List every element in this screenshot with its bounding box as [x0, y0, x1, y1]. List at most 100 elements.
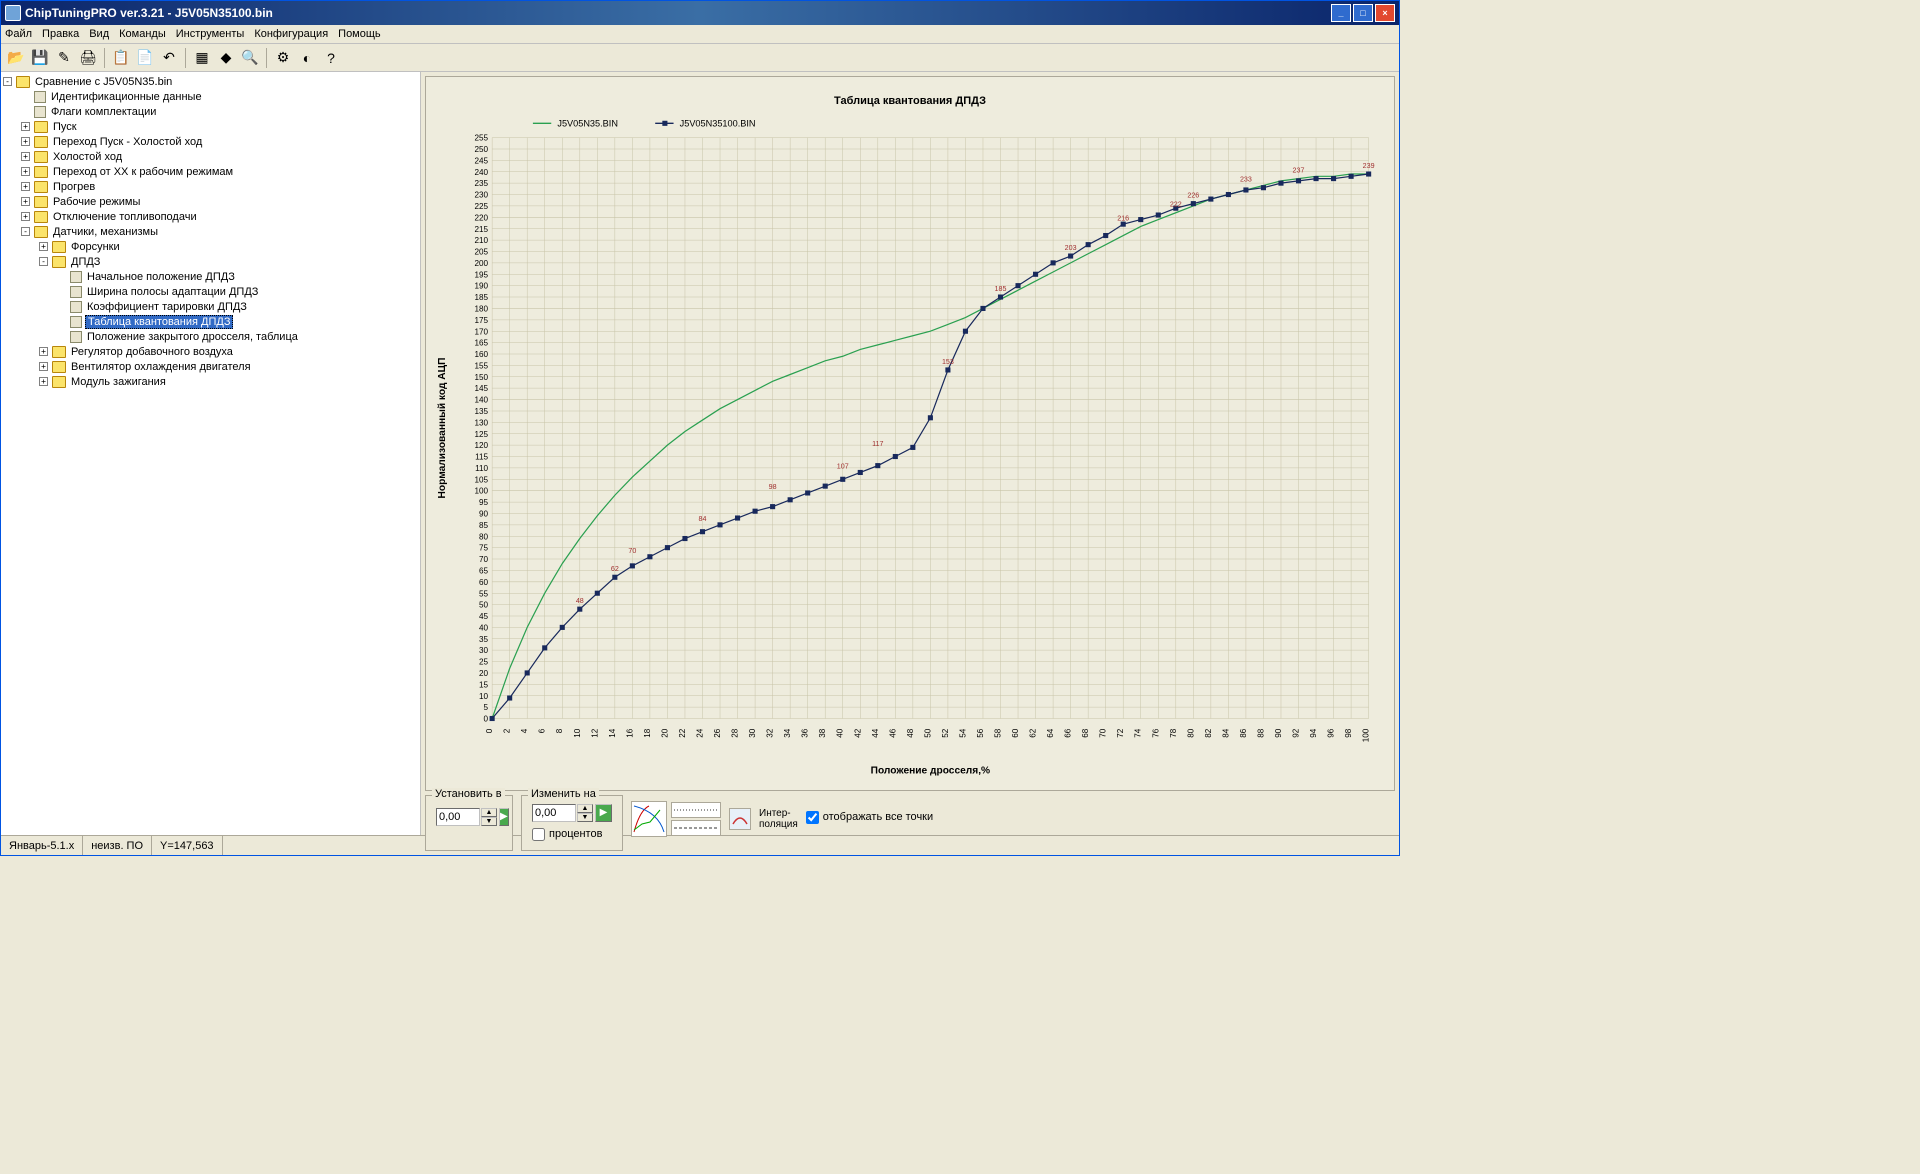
- tree-node[interactable]: Таблица квантования ДПДЗ: [3, 314, 418, 329]
- tool1-icon[interactable]: ⚙: [272, 47, 294, 69]
- set-input[interactable]: [436, 808, 480, 826]
- expand-icon[interactable]: +: [21, 122, 30, 131]
- tree-node[interactable]: Идентификационные данные: [3, 89, 418, 104]
- tree-node[interactable]: + Отключение топливоподачи: [3, 209, 418, 224]
- set-up[interactable]: ▲: [481, 808, 497, 817]
- collapse-icon[interactable]: -: [39, 257, 48, 266]
- help-icon[interactable]: ?: [320, 47, 342, 69]
- expand-icon[interactable]: +: [39, 242, 48, 251]
- tree-label[interactable]: Флаги комплектации: [49, 106, 158, 118]
- copy-icon[interactable]: 📋: [110, 47, 132, 69]
- tool-box-1[interactable]: [631, 801, 667, 837]
- tree-label[interactable]: Начальное положение ДПДЗ: [85, 271, 237, 283]
- tree-label[interactable]: Коэффициент тарировки ДПДЗ: [85, 301, 249, 313]
- change-down[interactable]: ▼: [577, 813, 593, 822]
- tool-box-2[interactable]: [671, 802, 721, 818]
- tree-label[interactable]: Холостой ход: [51, 151, 124, 163]
- tree-node[interactable]: + Регулятор добавочного воздуха: [3, 344, 418, 359]
- tree-node[interactable]: Коэффициент тарировки ДПДЗ: [3, 299, 418, 314]
- tree-label[interactable]: Переход от ХХ к рабочим режимам: [51, 166, 235, 178]
- set-apply-button[interactable]: ▶: [499, 808, 509, 826]
- tool2-icon[interactable]: ◐: [296, 47, 318, 69]
- tree-node[interactable]: + Прогрев: [3, 179, 418, 194]
- maximize-button[interactable]: □: [1353, 4, 1373, 22]
- svg-text:90: 90: [1274, 728, 1283, 738]
- tree-node[interactable]: + Переход от ХХ к рабочим режимам: [3, 164, 418, 179]
- tree-label[interactable]: Прогрев: [51, 181, 97, 193]
- menu-Инструменты[interactable]: Инструменты: [176, 28, 245, 40]
- expand-icon[interactable]: +: [21, 152, 30, 161]
- tree-label[interactable]: Идентификационные данные: [49, 91, 204, 103]
- collapse-icon[interactable]: -: [21, 227, 30, 236]
- tree-node[interactable]: + Форсунки: [3, 239, 418, 254]
- svg-text:60: 60: [479, 578, 489, 587]
- expand-icon[interactable]: +: [21, 182, 30, 191]
- expand-icon[interactable]: +: [21, 137, 30, 146]
- tree-label[interactable]: Положение закрытого дросселя, таблица: [85, 331, 300, 343]
- tree-label[interactable]: Пуск: [51, 121, 79, 133]
- open-icon[interactable]: 📂: [5, 47, 27, 69]
- tree-label[interactable]: Таблица квантования ДПДЗ: [85, 315, 233, 329]
- menu-Вид[interactable]: Вид: [89, 28, 109, 40]
- tree-node[interactable]: + Рабочие режимы: [3, 194, 418, 209]
- expand-icon[interactable]: +: [39, 377, 48, 386]
- expand-icon[interactable]: +: [39, 362, 48, 371]
- tree-label[interactable]: ДПДЗ: [69, 256, 102, 268]
- tree-node[interactable]: - Сравнение с J5V05N35.bin: [3, 74, 418, 89]
- menu-Помощь[interactable]: Помощь: [338, 28, 381, 40]
- tree-label[interactable]: Регулятор добавочного воздуха: [69, 346, 235, 358]
- tree-node[interactable]: + Вентилятор охлаждения двигателя: [3, 359, 418, 374]
- tree-node[interactable]: + Пуск: [3, 119, 418, 134]
- tree-node[interactable]: - Датчики, механизмы: [3, 224, 418, 239]
- tree-label[interactable]: Рабочие режимы: [51, 196, 142, 208]
- svg-text:20: 20: [660, 728, 669, 738]
- tree-label[interactable]: Датчики, механизмы: [51, 226, 160, 238]
- tree-node[interactable]: Положение закрытого дросселя, таблица: [3, 329, 418, 344]
- tree-label[interactable]: Сравнение с J5V05N35.bin: [33, 76, 174, 88]
- tree-node[interactable]: Начальное положение ДПДЗ: [3, 269, 418, 284]
- set-down[interactable]: ▼: [481, 817, 497, 826]
- zoom-icon[interactable]: 🔍: [239, 47, 261, 69]
- print-icon[interactable]: 🖨: [77, 47, 99, 69]
- menu-Правка[interactable]: Правка: [42, 28, 79, 40]
- tree-node[interactable]: Ширина полосы адаптации ДПДЗ: [3, 284, 418, 299]
- expand-icon[interactable]: +: [21, 212, 30, 221]
- tree-label[interactable]: Вентилятор охлаждения двигателя: [69, 361, 253, 373]
- tree-node[interactable]: + Переход Пуск - Холостой ход: [3, 134, 418, 149]
- svg-text:80: 80: [1186, 728, 1195, 738]
- tool-box-3[interactable]: [671, 820, 721, 836]
- tree-label[interactable]: Отключение топливоподачи: [51, 211, 199, 223]
- tree-node[interactable]: + Холостой ход: [3, 149, 418, 164]
- undo-icon[interactable]: ↶: [158, 47, 180, 69]
- tree-label[interactable]: Переход Пуск - Холостой ход: [51, 136, 204, 148]
- expand-icon[interactable]: +: [21, 197, 30, 206]
- percent-checkbox[interactable]: [532, 828, 545, 841]
- tree-node[interactable]: + Модуль зажигания: [3, 374, 418, 389]
- expand-icon[interactable]: +: [21, 167, 30, 176]
- chart-svg[interactable]: 0510152025303540455055606570758085909510…: [426, 107, 1394, 780]
- tree-panel[interactable]: - Сравнение с J5V05N35.bin Идентификационн…: [1, 72, 421, 835]
- grid-icon[interactable]: ▦: [191, 47, 213, 69]
- menu-Команды[interactable]: Команды: [119, 28, 166, 40]
- info-icon[interactable]: ◆: [215, 47, 237, 69]
- edit-icon[interactable]: ✎: [53, 47, 75, 69]
- tree-node[interactable]: - ДПДЗ: [3, 254, 418, 269]
- paste-icon[interactable]: 📄: [134, 47, 156, 69]
- tree-label[interactable]: Модуль зажигания: [69, 376, 168, 388]
- menu-Конфигурация[interactable]: Конфигурация: [254, 28, 328, 40]
- expand-icon[interactable]: +: [39, 347, 48, 356]
- menu-Файл[interactable]: Файл: [5, 28, 32, 40]
- interp-button[interactable]: [729, 808, 751, 830]
- save-icon[interactable]: 💾: [29, 47, 51, 69]
- show-all-checkbox[interactable]: [806, 811, 819, 824]
- leaf-icon: [70, 331, 82, 343]
- close-button[interactable]: ×: [1375, 4, 1395, 22]
- tree-node[interactable]: Флаги комплектации: [3, 104, 418, 119]
- change-up[interactable]: ▲: [577, 804, 593, 813]
- tree-label[interactable]: Ширина полосы адаптации ДПДЗ: [85, 286, 260, 298]
- tree-label[interactable]: Форсунки: [69, 241, 122, 253]
- change-input[interactable]: [532, 804, 576, 822]
- minimize-button[interactable]: _: [1331, 4, 1351, 22]
- collapse-icon[interactable]: -: [3, 77, 12, 86]
- change-apply-button[interactable]: ▶: [595, 804, 612, 822]
